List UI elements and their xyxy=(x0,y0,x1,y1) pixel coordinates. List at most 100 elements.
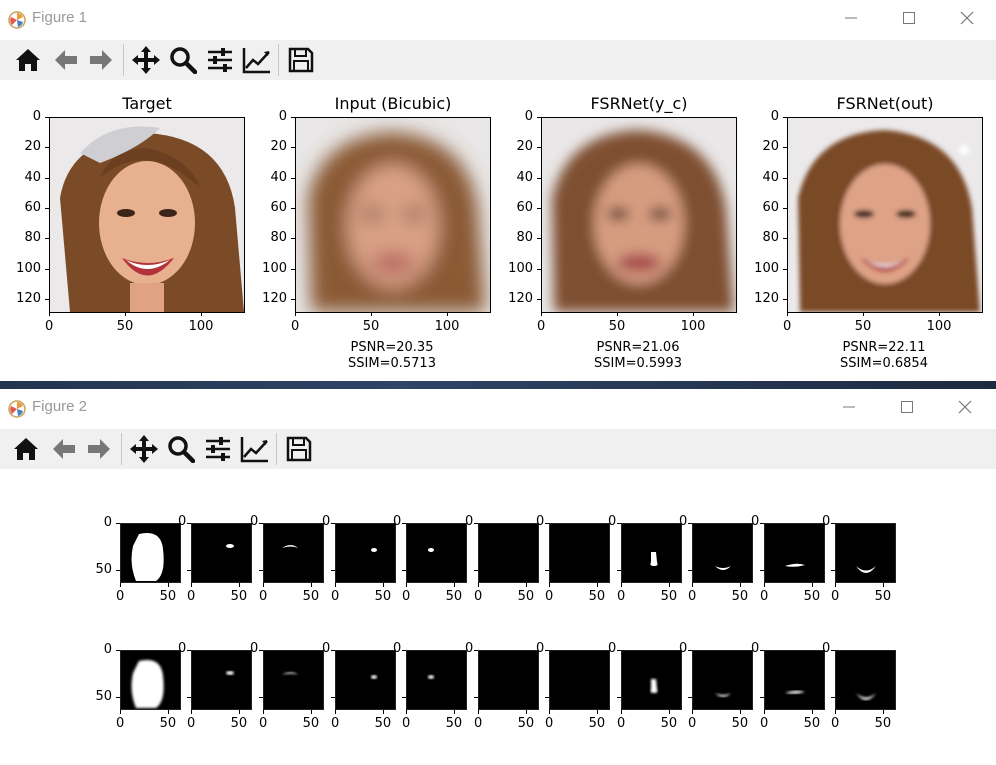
x-tick-mark xyxy=(811,583,813,587)
mask-region xyxy=(715,693,731,697)
y-tick-mark xyxy=(331,696,335,698)
y-tick-label: 0 xyxy=(103,642,112,657)
pan-button[interactable] xyxy=(130,45,162,75)
y-tick-label: 100 xyxy=(16,260,41,276)
title-bar[interactable]: Figure 1 xyxy=(0,0,996,38)
maximize-button[interactable] xyxy=(892,396,922,422)
zoom-button[interactable] xyxy=(167,45,199,75)
x-tick-mark xyxy=(764,583,765,587)
y-tick-mark xyxy=(537,207,541,209)
home-button[interactable] xyxy=(10,434,42,464)
y-tick-label: 0 xyxy=(322,641,331,656)
configure-subplots-button[interactable] xyxy=(202,434,234,464)
x-tick-mark xyxy=(549,710,550,714)
mask-heatmap xyxy=(549,650,610,710)
back-button[interactable] xyxy=(50,45,82,75)
y-tick-mark xyxy=(45,207,49,209)
x-tick-label: 100 xyxy=(188,319,214,334)
y-tick-mark xyxy=(187,650,191,651)
maximize-icon xyxy=(903,12,915,24)
y-tick-label: 120 xyxy=(754,290,779,306)
y-tick-label: 20 xyxy=(270,139,287,155)
forward-button[interactable] xyxy=(83,434,115,464)
x-tick-label: 50 xyxy=(230,589,248,604)
y-tick-label: 20 xyxy=(516,139,533,155)
y-tick-mark xyxy=(116,696,120,698)
y-tick-mark xyxy=(537,268,541,270)
x-tick-mark xyxy=(335,583,336,587)
minimize-button[interactable] xyxy=(836,7,866,33)
save-button[interactable] xyxy=(285,45,317,75)
panel-title-target: Target xyxy=(122,94,172,113)
y-tick-label: 50 xyxy=(95,688,112,704)
x-tick-mark xyxy=(120,710,121,714)
x-tick-mark xyxy=(616,312,618,316)
x-tick-mark xyxy=(525,583,527,587)
y-tick-mark xyxy=(617,650,621,651)
mask-heatmap xyxy=(621,650,682,710)
home-button[interactable] xyxy=(12,45,44,75)
y-tick-mark xyxy=(402,523,406,524)
edit-axis-icon xyxy=(242,48,270,74)
x-tick-label: 50 xyxy=(854,319,872,334)
pan-button[interactable] xyxy=(128,434,160,464)
y-tick-mark xyxy=(545,569,549,571)
y-tick-mark xyxy=(783,147,787,149)
mask-heatmap xyxy=(406,523,467,583)
y-tick-mark xyxy=(45,268,49,270)
x-tick-mark xyxy=(446,312,448,316)
mask-heatmap xyxy=(263,650,324,710)
y-tick-mark xyxy=(537,298,541,300)
y-tick-label: 80 xyxy=(762,230,779,246)
mask-heatmap xyxy=(120,650,181,710)
y-tick-mark xyxy=(617,569,621,571)
y-tick-mark xyxy=(187,523,191,524)
y-tick-label: 60 xyxy=(270,199,287,215)
y-tick-mark xyxy=(331,569,335,571)
configure-subplots-button[interactable] xyxy=(204,45,236,75)
x-tick-label: 0 xyxy=(537,319,546,334)
x-tick-mark xyxy=(621,583,622,587)
x-tick-label: 50 xyxy=(517,716,535,731)
edit-axis-button[interactable] xyxy=(241,45,273,75)
x-tick-mark xyxy=(668,710,670,714)
y-tick-mark xyxy=(45,147,49,149)
x-tick-mark xyxy=(692,312,694,316)
back-button[interactable] xyxy=(48,434,80,464)
x-tick-mark xyxy=(406,583,407,587)
mask-heatmap xyxy=(191,650,252,710)
y-tick-mark xyxy=(760,650,764,651)
y-tick-mark xyxy=(402,569,406,571)
y-tick-label: 40 xyxy=(516,169,533,185)
y-tick-label: 0 xyxy=(250,514,259,529)
y-tick-mark xyxy=(291,147,295,149)
y-tick-mark xyxy=(291,268,295,270)
y-tick-label: 0 xyxy=(751,514,760,529)
minimize-button[interactable] xyxy=(834,396,864,422)
y-tick-mark xyxy=(291,238,295,240)
y-tick-mark xyxy=(291,298,295,300)
mask-heatmap xyxy=(764,650,825,710)
x-tick-label: 50 xyxy=(302,589,320,604)
configure-subplots-icon xyxy=(206,437,230,461)
forward-button[interactable] xyxy=(85,45,117,75)
y-tick-label: 120 xyxy=(508,290,533,306)
x-tick-label: 0 xyxy=(545,589,554,604)
x-tick-mark xyxy=(764,710,765,714)
close-button[interactable] xyxy=(950,396,980,422)
x-tick-mark xyxy=(835,583,836,587)
y-tick-label: 0 xyxy=(322,514,331,529)
zoom-button[interactable] xyxy=(165,434,197,464)
edit-axis-button[interactable] xyxy=(239,434,271,464)
maximize-button[interactable] xyxy=(894,7,924,33)
save-button[interactable] xyxy=(283,434,315,464)
x-tick-mark xyxy=(541,312,542,316)
y-tick-mark xyxy=(783,177,787,179)
y-tick-label: 20 xyxy=(24,139,41,155)
title-bar[interactable]: Figure 2 xyxy=(0,389,996,427)
x-tick-label: 0 xyxy=(259,589,268,604)
close-button[interactable] xyxy=(952,7,982,33)
x-tick-label: 50 xyxy=(731,589,749,604)
y-tick-label: 0 xyxy=(608,514,617,529)
y-tick-mark xyxy=(831,696,835,698)
